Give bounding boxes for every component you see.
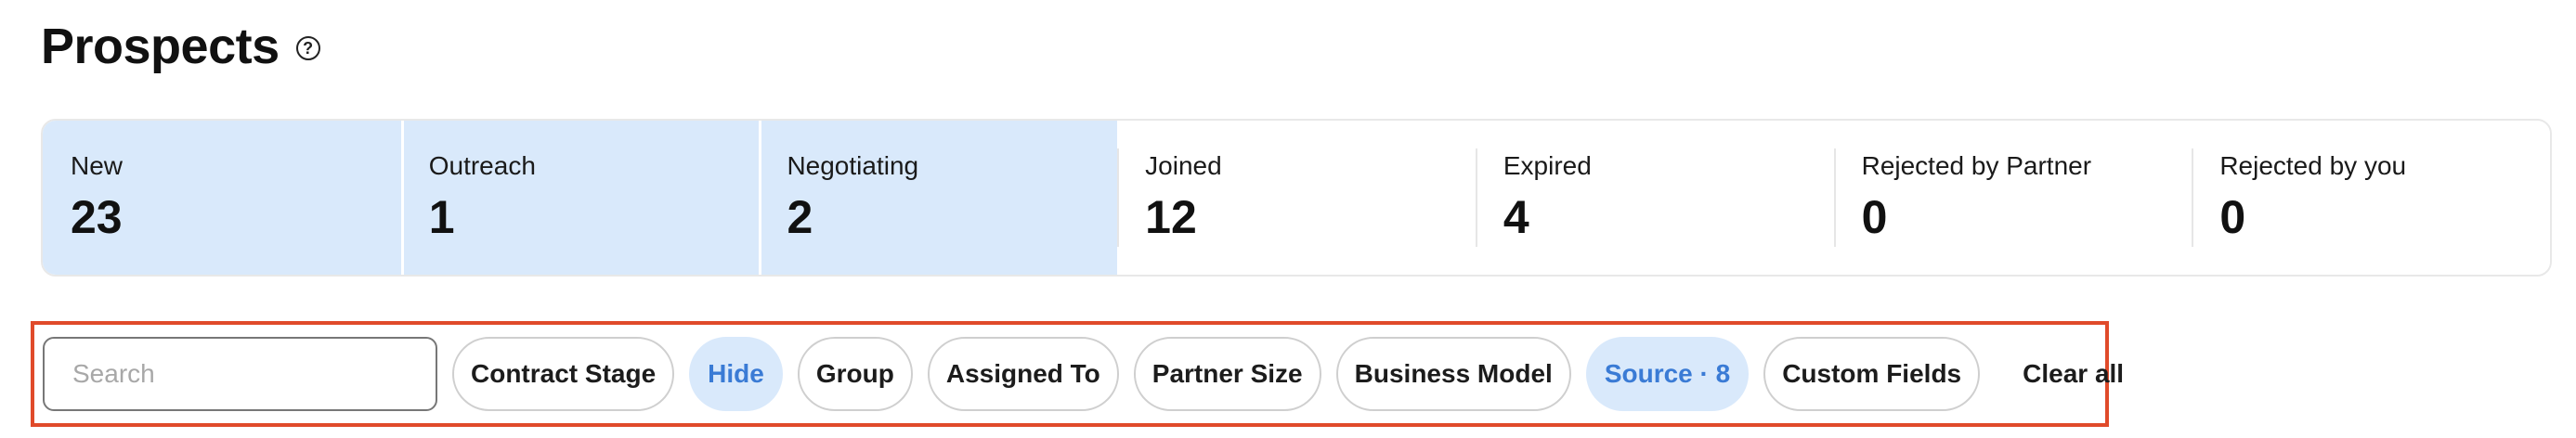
filter-bar: Contract Stage Hide Group Assigned To Pa…	[31, 321, 2124, 427]
filter-contract-stage[interactable]: Contract Stage	[452, 337, 675, 411]
filter-hide[interactable]: Hide	[689, 337, 783, 411]
stage-count: 1	[428, 191, 455, 243]
stage-label: New	[71, 151, 124, 180]
clear-all-button[interactable]: Clear all	[2023, 359, 2124, 389]
search-input[interactable]	[43, 337, 437, 411]
stage-count: 23	[71, 191, 123, 243]
stage-label: Negotiating	[787, 151, 919, 180]
stage-tab-expired[interactable]: Expired 4	[1475, 121, 1834, 275]
filter-custom-fields[interactable]: Custom Fields	[1763, 337, 1981, 411]
help-icon[interactable]: ?	[295, 36, 320, 60]
filter-assigned-to[interactable]: Assigned To	[927, 337, 1119, 411]
stage-label: Rejected by you	[2219, 151, 2407, 180]
stage-tab-new[interactable]: New 23	[43, 121, 401, 275]
stage-tab-outreach[interactable]: Outreach 1	[400, 121, 760, 275]
stage-label: Expired	[1503, 151, 1592, 180]
stage-count: 2	[787, 191, 813, 243]
filter-business-model[interactable]: Business Model	[1335, 337, 1571, 411]
stage-label: Outreach	[428, 151, 536, 180]
stage-tab-joined[interactable]: Joined 12	[1117, 121, 1476, 275]
prospects-page: Prospects ? New 23 Outreach 1 Negotiatin…	[0, 0, 2576, 438]
stage-tab-rejected-by-partner[interactable]: Rejected by Partner 0	[1833, 121, 2192, 275]
title-row: Prospects ?	[41, 17, 320, 76]
stage-label: Joined	[1145, 151, 1222, 180]
stage-count: 0	[1861, 191, 1888, 243]
stage-tab-rejected-by-you[interactable]: Rejected by you 0	[2192, 121, 2550, 275]
filter-partner-size[interactable]: Partner Size	[1133, 337, 1321, 411]
filter-group[interactable]: Group	[797, 337, 913, 411]
stage-tabs: New 23 Outreach 1 Negotiating 2 Joined 1…	[41, 119, 2552, 277]
page-title: Prospects	[41, 19, 280, 74]
stage-label: Rejected by Partner	[1861, 151, 2092, 180]
stage-tab-negotiating[interactable]: Negotiating 2	[759, 121, 1118, 275]
filter-source[interactable]: Source · 8	[1585, 337, 1750, 411]
stage-count: 4	[1503, 191, 1529, 243]
stage-count: 12	[1145, 191, 1197, 243]
stage-count: 0	[2219, 191, 2246, 243]
